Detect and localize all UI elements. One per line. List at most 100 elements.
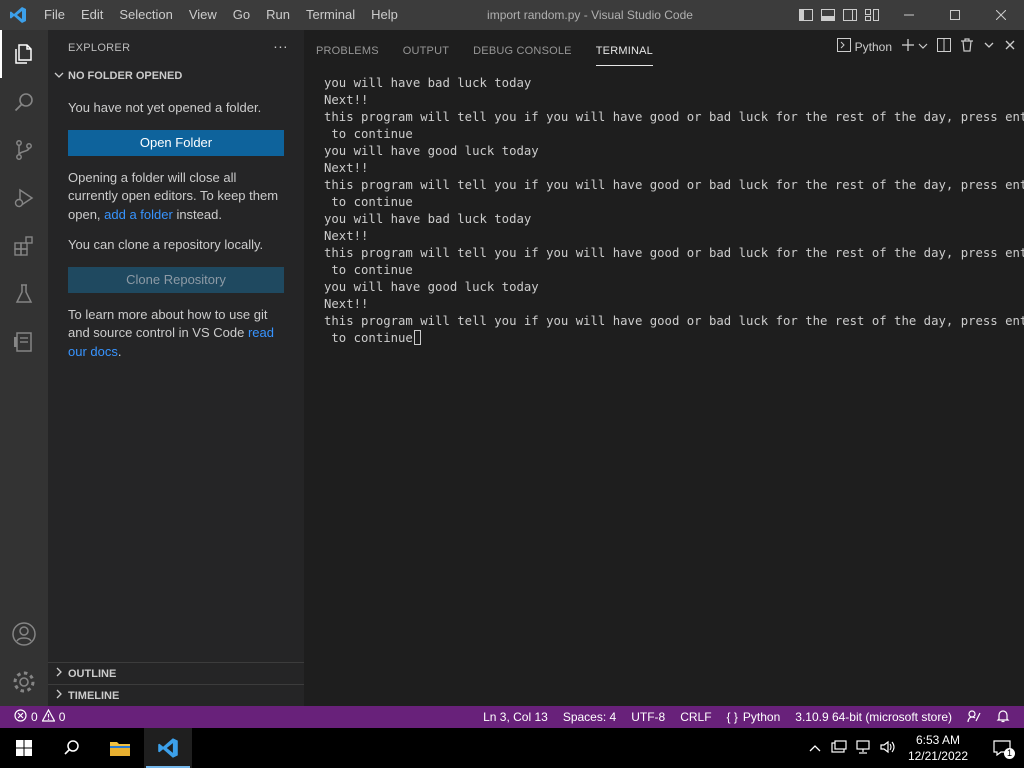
search-icon[interactable] <box>0 78 48 126</box>
remote-explorer-icon[interactable] <box>0 318 48 366</box>
language-mode[interactable]: { } Python <box>727 710 781 724</box>
terminal-line: to continue <box>324 263 413 277</box>
terminal-line: Next!! <box>324 93 369 107</box>
terminal-cursor <box>413 330 421 345</box>
sidebar-bottom-sections: OUTLINE TIMELINE <box>48 662 304 706</box>
clock-time: 6:53 AM <box>915 733 960 747</box>
split-terminal-icon[interactable] <box>937 38 951 55</box>
tab-terminal[interactable]: TERMINAL <box>595 45 653 66</box>
windows-taskbar: 6:53 AM 12/21/2022 1 <box>0 728 1024 768</box>
opening-folder-message: Opening a folder will close all currentl… <box>68 169 284 225</box>
panel-actions: Python <box>836 38 1016 55</box>
window-controls <box>886 0 1024 30</box>
end-of-line[interactable]: CRLF <box>680 710 711 724</box>
error-icon <box>14 709 27 725</box>
terminal-line: this program will tell you if you will h… <box>324 314 1024 328</box>
sidebar-header: EXPLORER ··· <box>48 30 304 65</box>
customize-layout-icon[interactable] <box>864 7 880 23</box>
learn-more-message: To learn more about how to use git and s… <box>68 306 284 362</box>
terminal-profile-icon <box>836 38 851 55</box>
close-window-icon[interactable] <box>978 0 1024 30</box>
run-debug-icon[interactable] <box>0 174 48 222</box>
problems-status[interactable]: 0 0 <box>0 708 65 725</box>
explorer-icon[interactable] <box>0 30 48 78</box>
toggle-primary-sidebar-icon[interactable] <box>798 7 814 23</box>
manage-gear-icon[interactable] <box>0 658 48 706</box>
terminal-line: this program will tell you if you will h… <box>324 178 1024 192</box>
notifications-bell-icon[interactable] <box>996 709 1010 726</box>
terminal-line: this program will tell you if you will h… <box>324 246 1024 260</box>
tab-problems[interactable]: PROBLEMS <box>316 45 379 66</box>
show-hidden-icons-chevron-icon[interactable] <box>804 741 826 755</box>
clock[interactable]: 6:53 AM 12/21/2022 <box>908 732 968 764</box>
terminal-line: this program will tell you if you will h… <box>324 110 1024 124</box>
action-center-notification-icon[interactable]: 1 <box>980 728 1024 768</box>
testing-icon[interactable] <box>0 270 48 318</box>
menu-help[interactable]: Help <box>363 0 406 30</box>
open-folder-button[interactable]: Open Folder <box>68 129 284 156</box>
menu-view[interactable]: View <box>181 0 225 30</box>
menu-run[interactable]: Run <box>258 0 298 30</box>
menu-terminal[interactable]: Terminal <box>298 0 363 30</box>
activity-bar <box>0 30 48 706</box>
error-count: 0 <box>31 710 38 724</box>
terminal-output[interactable]: you will have bad luck today Next!! this p… <box>324 75 1024 347</box>
chevron-right-icon <box>54 689 68 702</box>
opening-text-2: instead. <box>172 206 222 222</box>
not-opened-message: You have not yet opened a folder. <box>68 100 262 115</box>
source-control-icon[interactable] <box>0 126 48 174</box>
title-bar: File Edit Selection View Go Run Terminal… <box>0 0 1024 30</box>
no-folder-section-header[interactable]: NO FOLDER OPENED <box>48 65 304 87</box>
terminal-line: Next!! <box>324 161 369 175</box>
vscode-logo-icon <box>0 0 36 30</box>
panel: PROBLEMS OUTPUT DEBUG CONSOLE TERMINAL P… <box>304 30 1024 706</box>
indentation[interactable]: Spaces: 4 <box>563 710 616 724</box>
outline-section-header[interactable]: OUTLINE <box>48 662 304 684</box>
tab-debug-console[interactable]: DEBUG CONSOLE <box>473 45 572 66</box>
add-folder-link[interactable]: add a folder <box>104 207 173 222</box>
clone-message: You can clone a repository locally. <box>68 237 264 252</box>
clone-repository-button[interactable]: Clone Repository <box>68 266 284 293</box>
maximize-panel-chevron-icon[interactable] <box>983 39 995 54</box>
volume-speaker-icon[interactable] <box>876 740 900 757</box>
language-label: Python <box>742 710 781 724</box>
new-terminal-icon[interactable] <box>901 38 915 55</box>
chevron-right-icon <box>54 667 68 680</box>
menu-selection[interactable]: Selection <box>111 0 180 30</box>
chevron-down-icon <box>54 70 68 83</box>
start-button-windows-icon[interactable] <box>0 728 48 768</box>
terminal-last-line: to continue <box>324 330 1008 347</box>
taskbar-search-icon[interactable] <box>48 728 96 768</box>
cursor-position[interactable]: Ln 3, Col 13 <box>483 710 548 724</box>
window-title: import random.py - Visual Studio Code <box>487 8 693 22</box>
tab-output[interactable]: OUTPUT <box>403 45 449 66</box>
minimize-icon[interactable] <box>886 0 932 30</box>
section-title: NO FOLDER OPENED <box>68 70 183 82</box>
menu-file[interactable]: File <box>36 0 73 30</box>
feedback-icon[interactable] <box>967 709 981 726</box>
tray-app-icon[interactable] <box>826 739 852 757</box>
terminal-line: you will have bad luck today <box>324 76 532 90</box>
account-icon[interactable] <box>0 610 48 658</box>
terminal-profile-label[interactable]: Python <box>855 40 892 54</box>
taskbar-vscode-icon[interactable] <box>144 728 192 768</box>
network-icon[interactable] <box>852 739 876 757</box>
status-bar: 0 0 Ln 3, Col 13 Spaces: 4 UTF-8 CRLF { … <box>0 706 1024 728</box>
toggle-secondary-sidebar-icon[interactable] <box>842 7 858 23</box>
kill-terminal-trash-icon[interactable] <box>960 38 974 55</box>
close-panel-icon[interactable] <box>1004 39 1016 54</box>
python-interpreter[interactable]: 3.10.9 64-bit (microsoft store) <box>795 710 952 724</box>
timeline-section-header[interactable]: TIMELINE <box>48 684 304 706</box>
terminal-dropdown-icon[interactable] <box>918 40 928 54</box>
timeline-title: TIMELINE <box>68 689 120 702</box>
menu-go[interactable]: Go <box>225 0 258 30</box>
maximize-icon[interactable] <box>932 0 978 30</box>
notification-count-badge: 1 <box>1003 748 1015 759</box>
extensions-icon[interactable] <box>0 222 48 270</box>
braces-icon: { } <box>726 710 738 724</box>
menu-edit[interactable]: Edit <box>73 0 111 30</box>
more-actions-icon[interactable]: ··· <box>273 38 288 54</box>
file-explorer-folder-icon[interactable] <box>96 728 144 768</box>
toggle-panel-icon[interactable] <box>820 7 836 23</box>
encoding[interactable]: UTF-8 <box>631 710 665 724</box>
